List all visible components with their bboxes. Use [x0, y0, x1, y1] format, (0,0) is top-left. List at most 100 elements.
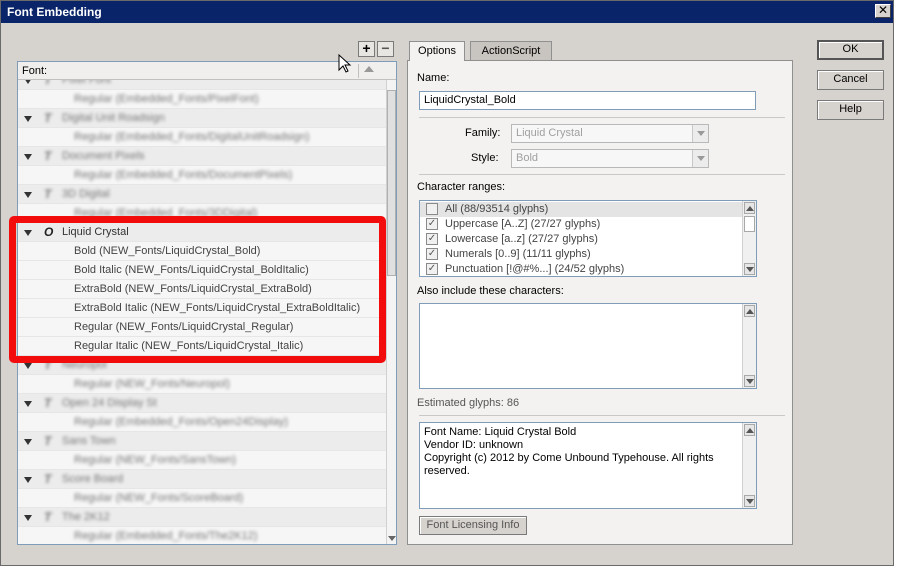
scroll-down-arrow-icon[interactable]	[744, 263, 755, 275]
font-list[interactable]: Font: T Pixel Font Regular (Embedded_Fonts…	[17, 61, 397, 545]
blue-font-icon: T	[44, 396, 52, 410]
character-range-item[interactable]: ✓ Lowercase [a..z] (27/27 glyphs)	[420, 232, 742, 247]
name-input[interactable]: LiquidCrystal_Bold	[419, 91, 756, 110]
font-info-textarea[interactable]: Font Name: Liquid Crystal Bold Vendor ID…	[419, 422, 757, 509]
opentype-font-icon: O	[44, 225, 54, 239]
tab-actionscript[interactable]: ActionScript	[470, 41, 552, 61]
font-info-text: Font Name: Liquid Crystal Bold Vendor ID…	[424, 426, 714, 477]
font-info-scrollbar[interactable]	[742, 423, 756, 508]
range-checkbox[interactable]: ✓	[426, 248, 438, 260]
divider	[419, 117, 785, 118]
expand-triangle-icon[interactable]	[24, 515, 32, 521]
character-ranges-list[interactable]: ✓ Punctuation [!@#%...] (24/52 glyphs) ✓ Nu…	[419, 200, 757, 277]
title-bar[interactable]: Font Embedding ✕	[1, 1, 893, 23]
font-family-row[interactable]: T Pixel Font	[18, 80, 386, 90]
character-range-item[interactable]: ✓ Numerals [0..9] (11/11 glyphs)	[420, 247, 742, 262]
font-family-label: Pixel Font	[62, 80, 111, 86]
font-family-row[interactable]: T The 2K12	[18, 508, 386, 527]
also-include-textarea[interactable]	[419, 303, 757, 389]
font-style-row[interactable]: Regular (Embedded_Fonts/3DDigital)	[18, 204, 386, 223]
close-button[interactable]: ✕	[875, 4, 891, 18]
font-family-row[interactable]: T Open 24 Display St	[18, 394, 386, 413]
font-style-row[interactable]: ExtraBold (NEW_Fonts/LiquidCrystal_Extra…	[18, 280, 386, 299]
cancel-button[interactable]: Cancel	[817, 70, 884, 90]
font-style-label: Regular (NEW_Fonts/SansTown)	[74, 454, 237, 466]
font-style-row[interactable]: Regular (NEW_Fonts/SansTown)	[18, 451, 386, 470]
expand-triangle-icon[interactable]	[24, 116, 32, 122]
font-embedding-dialog: Font Embedding ✕ + − Font: T Pixel Font Re…	[0, 0, 894, 566]
font-style-label: Regular (NEW_Fonts/ScoreBoard)	[74, 492, 244, 504]
help-button[interactable]: Help	[817, 100, 884, 120]
font-family-row[interactable]: T Sans Town	[18, 432, 386, 451]
font-family-row[interactable]: T 3D Digital	[18, 185, 386, 204]
font-style-row[interactable]: Regular (NEW_Fonts/Neuropol)	[18, 375, 386, 394]
ok-button[interactable]: OK	[817, 40, 884, 60]
name-label: Name:	[417, 72, 450, 84]
scroll-down-arrow-icon[interactable]	[744, 375, 755, 387]
style-select[interactable]: Bold	[511, 149, 709, 168]
font-style-row[interactable]: Regular (Embedded_Fonts/PixelFont)	[18, 90, 386, 109]
font-family-row[interactable]: O Liquid Crystal	[18, 223, 386, 242]
family-select[interactable]: Liquid Crystal	[511, 124, 709, 143]
blue-font-icon: T	[44, 472, 52, 486]
character-range-item[interactable]: ✓ Uppercase [A..Z] (27/27 glyphs)	[420, 217, 742, 232]
scroll-up-arrow-icon[interactable]	[744, 202, 755, 214]
font-family-label: Document Pixels	[62, 150, 145, 162]
font-family-label: Sans Town	[62, 435, 116, 447]
divider	[419, 415, 785, 416]
font-style-label: Regular (Embedded_Fonts/DocumentPixels)	[74, 169, 293, 181]
expand-triangle-icon[interactable]	[24, 439, 32, 445]
ranges-scrollbar[interactable]	[742, 201, 756, 276]
font-style-row[interactable]: Regular Italic (NEW_Fonts/LiquidCrystal_…	[18, 337, 386, 356]
expand-triangle-icon[interactable]	[24, 154, 32, 160]
font-family-label: Liquid Crystal	[62, 226, 129, 238]
expand-triangle-icon[interactable]	[24, 401, 32, 407]
family-select-value: Liquid Crystal	[516, 127, 583, 139]
range-checkbox[interactable]	[426, 203, 438, 215]
font-style-row[interactable]: ExtraBold Italic (NEW_Fonts/LiquidCrysta…	[18, 299, 386, 318]
character-range-item[interactable]: All (88/93514 glyphs)	[420, 202, 742, 217]
expand-triangle-icon[interactable]	[24, 363, 32, 369]
font-style-label: Regular (Embedded_Fonts/DigitalUnitRoads…	[74, 131, 310, 143]
font-style-row[interactable]: Regular (Embedded_Fonts/DigitalUnitRoads…	[18, 128, 386, 147]
scroll-down-arrow-icon[interactable]	[388, 536, 396, 541]
scroll-up-arrow-icon[interactable]	[744, 424, 755, 436]
font-list-scrollbar[interactable]	[386, 80, 396, 544]
range-checkbox[interactable]: ✓	[426, 263, 438, 275]
font-style-row[interactable]: Regular (NEW_Fonts/ScoreBoard)	[18, 489, 386, 508]
also-include-scrollbar[interactable]	[742, 304, 756, 388]
scroll-down-arrow-icon[interactable]	[744, 495, 755, 507]
expand-triangle-icon[interactable]	[24, 192, 32, 198]
font-style-row[interactable]: Regular (NEW_Fonts/LiquidCrystal_Regular…	[18, 318, 386, 337]
scrollbar-thumb[interactable]	[387, 90, 396, 276]
expand-triangle-icon[interactable]	[24, 230, 32, 236]
character-range-item[interactable]: ✓ Punctuation [!@#%...] (24/52 glyphs)	[420, 262, 742, 276]
font-family-row[interactable]: T Score Board	[18, 470, 386, 489]
add-font-button[interactable]: +	[358, 41, 375, 57]
sort-ascending-icon[interactable]	[364, 66, 374, 72]
font-style-label: Regular (Embedded_Fonts/Open24Display)	[74, 416, 289, 428]
expand-triangle-icon[interactable]	[24, 477, 32, 483]
font-style-label: Regular (Embedded_Fonts/PixelFont)	[74, 93, 259, 105]
header-separator	[358, 64, 359, 78]
range-checkbox[interactable]: ✓	[426, 218, 438, 230]
window-title: Font Embedding	[7, 5, 102, 19]
font-style-row[interactable]: Regular (Embedded_Fonts/The2K12)	[18, 527, 386, 544]
font-family-row[interactable]: T Document Pixels	[18, 147, 386, 166]
font-family-label: Score Board	[62, 473, 124, 485]
font-family-row[interactable]: T Neuropol	[18, 356, 386, 375]
font-style-row[interactable]: Bold (NEW_Fonts/LiquidCrystal_Bold)	[18, 242, 386, 261]
font-style-row[interactable]: Regular (Embedded_Fonts/Open24Display)	[18, 413, 386, 432]
range-label: Uppercase [A..Z] (27/27 glyphs)	[445, 218, 601, 230]
blue-font-icon: T	[44, 149, 52, 163]
font-family-row[interactable]: T Digital Unit Roadsign	[18, 109, 386, 128]
scrollbar-thumb[interactable]	[744, 216, 755, 232]
tab-options[interactable]: Options	[409, 41, 465, 61]
range-checkbox[interactable]: ✓	[426, 233, 438, 245]
font-style-row[interactable]: Regular (Embedded_Fonts/DocumentPixels)	[18, 166, 386, 185]
font-licensing-info-button[interactable]: Font Licensing Info	[419, 516, 527, 535]
scroll-up-arrow-icon[interactable]	[744, 305, 755, 317]
expand-triangle-icon[interactable]	[24, 80, 32, 84]
font-style-row[interactable]: Bold Italic (NEW_Fonts/LiquidCrystal_Bol…	[18, 261, 386, 280]
remove-font-button[interactable]: −	[377, 41, 394, 57]
